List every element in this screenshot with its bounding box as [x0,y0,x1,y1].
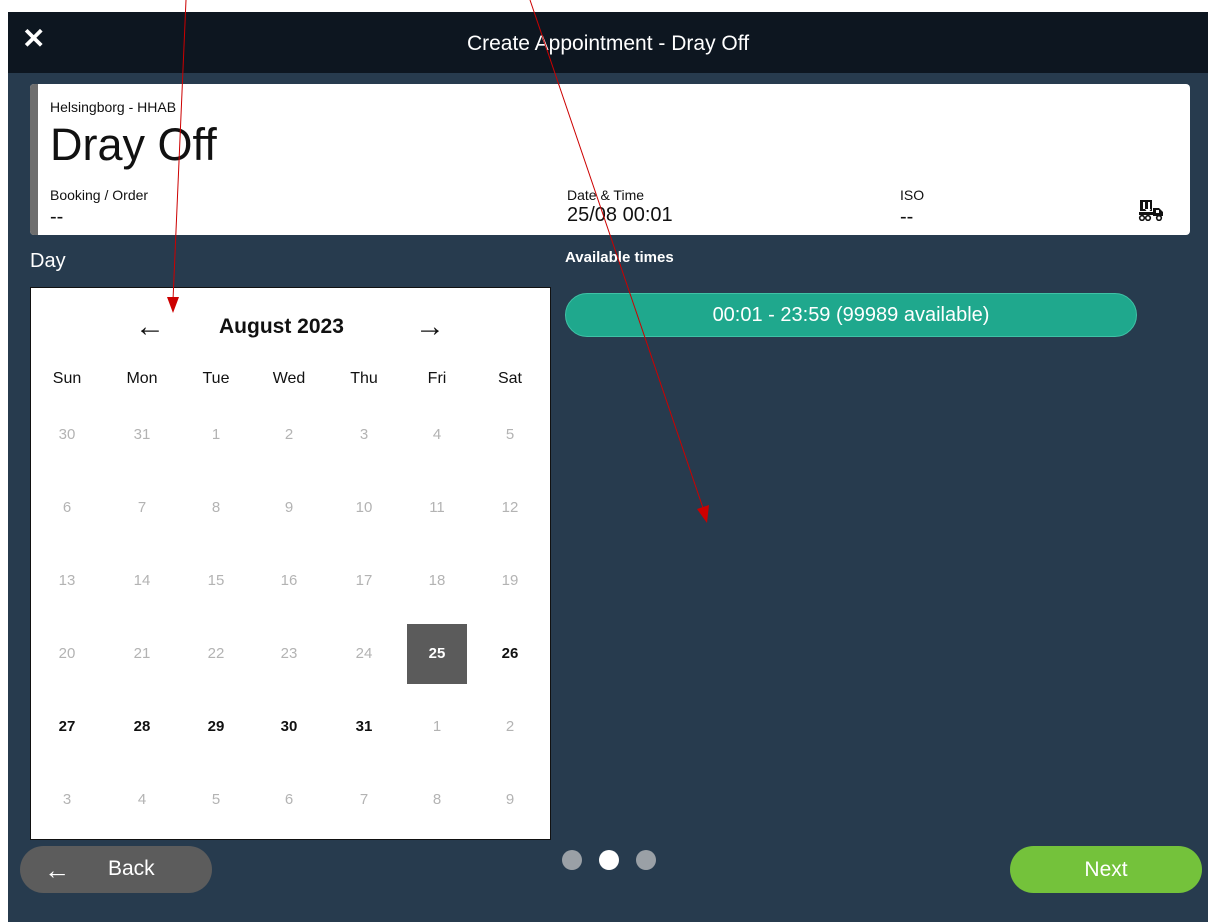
appointment-summary-card: Helsingborg - HHAB Dray Off Booking / Or… [30,84,1190,235]
calendar-day: 4 [137,791,147,808]
appointment-window: ✕ Create Appointment - Dray Off Helsingb… [8,12,1208,922]
calendar-day: 4 [432,426,442,443]
calendar-day: 23 [280,645,298,662]
calendar-day: 21 [133,645,151,662]
calendar-day: 2 [505,718,515,735]
calendar-day: 6 [62,499,72,516]
back-button-label: Back [108,857,155,880]
calendar-day: 17 [355,572,373,589]
calendar-day: 10 [355,499,373,516]
truck-container-icon [1138,200,1163,221]
calendar-day: 20 [58,645,76,662]
calendar-day: 24 [355,645,373,662]
calendar-day[interactable]: 31 [334,697,394,757]
calendar-day: 31 [133,426,151,443]
calendar-day[interactable]: 28 [112,697,172,757]
date-picker-calendar: ← August 2023 → Sun Mon Tue Wed Thu Fri Sat 30 3… [30,287,551,840]
weekday-header: Wed [272,370,306,387]
back-arrow-icon: ← [44,855,70,885]
calendar-day[interactable]: 30 [259,697,319,757]
day-section-label: Day [30,250,66,272]
calendar-day: 6 [284,791,294,808]
calendar-day: 1 [432,718,442,735]
calendar-day[interactable]: 26 [480,624,540,684]
weekday-header: Sun [52,370,82,387]
calendar-day: 3 [359,426,369,443]
calendar-day: 22 [207,645,225,662]
weekday-header: Sat [497,370,522,387]
step-dot [562,850,582,870]
booking-label: Booking / Order [50,187,149,203]
calendar-day: 12 [501,499,519,516]
calendar-day: 13 [58,572,76,589]
calendar-day: 9 [505,791,515,808]
calendar-day: 30 [58,426,76,443]
calendar-day[interactable]: 29 [186,697,246,757]
weekday-header: Fri [427,370,447,387]
time-slot-button[interactable]: 00:01 - 23:59 (99989 available) [565,293,1137,337]
calendar-day: 9 [284,499,294,516]
weekday-header: Mon [126,370,158,387]
calendar-day: 11 [429,499,445,516]
calendar-day: 8 [432,791,442,808]
calendar-day: 7 [137,499,147,516]
calendar-day: 15 [207,572,225,589]
calendar-day[interactable]: 27 [37,697,97,757]
calendar-day: 14 [133,572,151,589]
booking-value: -- [50,206,64,228]
weekday-header: Tue [202,370,230,387]
window-title: Create Appointment - Dray Off [466,32,750,55]
appointment-type: Dray Off [50,119,217,170]
calendar-grid: Sun Mon Tue Wed Thu Fri Sat 30 31 1 2 3 4 5 6 7 8 9 10 11 12… [31,288,550,839]
available-times-label: Available times [565,249,674,266]
calendar-day: 2 [284,426,294,443]
calendar-day: 16 [280,572,298,589]
calendar-day-selected[interactable]: 25 [407,624,467,684]
weekday-header: Thu [350,370,378,387]
step-dot-active [599,850,619,870]
calendar-day: 8 [211,499,221,516]
calendar-day: 1 [211,426,221,443]
next-button[interactable]: Next [1010,846,1202,893]
datetime-value: 25/08 00:01 [567,204,673,226]
step-dot [636,850,656,870]
title-bar: ✕ Create Appointment - Dray Off [8,12,1208,73]
terminal-location: Helsingborg - HHAB [50,99,177,115]
back-button[interactable]: ← Back [20,846,212,893]
iso-value: -- [900,206,914,228]
calendar-day: 3 [62,791,72,808]
calendar-day: 18 [428,572,446,589]
iso-label: ISO [900,187,925,203]
datetime-label: Date & Time [567,187,645,203]
card-accent-strip [30,84,38,235]
calendar-day: 19 [501,572,519,589]
calendar-day: 7 [359,791,369,808]
calendar-day: 5 [211,791,221,808]
calendar-day: 5 [505,426,515,443]
